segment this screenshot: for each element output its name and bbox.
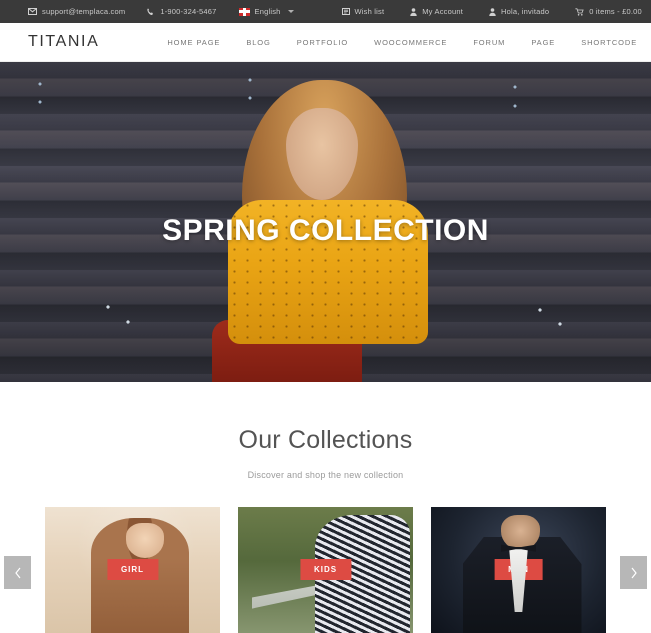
- hero-title: SPRING COLLECTION: [162, 214, 489, 247]
- carousel-prev-button[interactable]: [4, 556, 31, 589]
- collection-cards: GIRL KIDS MEN: [0, 507, 651, 633]
- collection-card-kids[interactable]: KIDS: [238, 507, 413, 633]
- chevron-right-icon: [630, 567, 638, 579]
- carousel-next-button[interactable]: [620, 556, 647, 589]
- wish-list-link[interactable]: Wish list: [341, 7, 385, 16]
- cart-summary[interactable]: 0 items - £0.00: [575, 7, 642, 16]
- main-navigation: TITANIA HOME PAGE BLOG PORTFOLIO WOOCOMM…: [0, 23, 651, 62]
- site-logo[interactable]: TITANIA: [28, 33, 99, 51]
- support-email[interactable]: support@templaca.com: [28, 7, 125, 16]
- top-bar-right-group: Wish list My Account Hola, invitado 0 it…: [316, 7, 642, 16]
- page-title: Our Collections: [238, 426, 413, 454]
- hero-banner[interactable]: SPRING COLLECTION: [0, 62, 651, 382]
- nav-item-forum[interactable]: FORUM: [473, 38, 505, 47]
- phone-number-label: 1-900-324-5467: [160, 7, 217, 16]
- top-bar-left-group: support@templaca.com 1-900-324-5467 Engl…: [28, 7, 316, 16]
- language-selector[interactable]: English: [238, 7, 294, 16]
- user-icon: [410, 7, 417, 16]
- section-subtitle: Discover and shop the new collection: [247, 470, 404, 480]
- cart-summary-label: 0 items - £0.00: [589, 7, 642, 16]
- chevron-left-icon: [14, 567, 22, 579]
- men-face: [501, 515, 540, 551]
- my-account-label: My Account: [422, 7, 464, 16]
- support-email-label: support@templaca.com: [42, 7, 126, 16]
- phone-icon: [147, 8, 155, 16]
- nav-item-shortcode[interactable]: SHORTCODE: [581, 38, 637, 47]
- cart-icon: [575, 7, 584, 16]
- phone-number[interactable]: 1-900-324-5467: [147, 7, 216, 16]
- collections-section: Our Collections Discover and shop the ne…: [0, 382, 651, 633]
- collection-card-men[interactable]: MEN: [431, 507, 606, 633]
- top-bar: support@templaca.com 1-900-324-5467 Engl…: [0, 0, 651, 23]
- wish-list-label: Wish list: [354, 7, 385, 16]
- nav-item-home-page[interactable]: HOME PAGE: [167, 38, 220, 47]
- language-label: English: [254, 7, 281, 16]
- greeting-label: Hola, invitado: [501, 7, 550, 16]
- men-card-image: [431, 507, 606, 633]
- nav-links: HOME PAGE BLOG PORTFOLIO WOOCOMMERCE FOR…: [167, 38, 651, 47]
- uk-flag-icon: [238, 7, 250, 16]
- nav-item-page[interactable]: PAGE: [531, 38, 555, 47]
- chevron-down-icon: [287, 10, 294, 13]
- envelope-icon: [28, 8, 37, 15]
- girl-face: [125, 523, 164, 559]
- user-icon: [489, 7, 496, 16]
- nav-item-portfolio[interactable]: PORTFOLIO: [297, 38, 348, 47]
- nav-item-woocommerce[interactable]: WOOCOMMERCE: [374, 38, 447, 47]
- collection-card-girl[interactable]: GIRL: [45, 507, 220, 633]
- nav-item-blog[interactable]: BLOG: [246, 38, 270, 47]
- list-icon: [341, 8, 350, 15]
- card-badge-kids[interactable]: KIDS: [299, 559, 352, 580]
- my-account-link[interactable]: My Account: [410, 7, 463, 16]
- greeting[interactable]: Hola, invitado: [489, 7, 549, 16]
- card-badge-girl[interactable]: GIRL: [106, 559, 159, 580]
